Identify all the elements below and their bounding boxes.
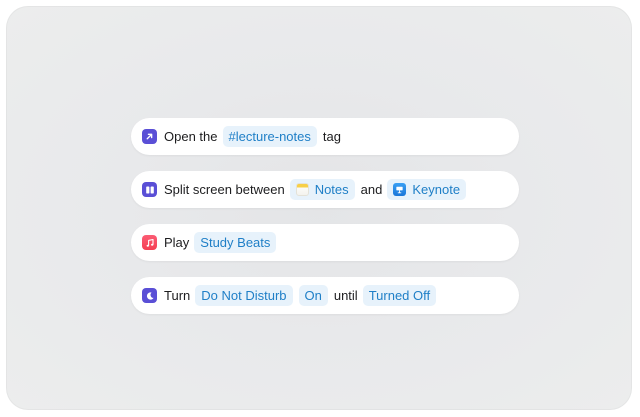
app-token-notes[interactable]: Notes bbox=[289, 179, 355, 200]
notes-app-icon bbox=[295, 183, 309, 196]
background-canvas: Open the #lecture-notes tag Split screen… bbox=[6, 6, 632, 410]
split-screen-icon bbox=[142, 182, 157, 197]
moon-icon bbox=[142, 288, 157, 303]
action-text: Play bbox=[164, 235, 190, 250]
action-text: Split screen between bbox=[164, 182, 285, 197]
playlist-token-label: Study Beats bbox=[200, 235, 271, 250]
until-token-label: Turned Off bbox=[368, 288, 431, 303]
action-text: tag bbox=[322, 129, 341, 144]
action-row-open-tag[interactable]: Open the #lecture-notes tag bbox=[131, 118, 519, 155]
focus-mode-token-label: Do Not Disturb bbox=[201, 288, 287, 303]
state-token-label: On bbox=[304, 288, 322, 303]
music-icon bbox=[142, 235, 157, 250]
action-text: and bbox=[360, 182, 383, 197]
action-text: Turn bbox=[164, 288, 191, 303]
action-row-focus-mode[interactable]: Turn Do Not Disturb On until Turned Off bbox=[131, 277, 519, 314]
tag-token-label: #lecture-notes bbox=[228, 129, 311, 144]
action-text: Open the bbox=[164, 129, 218, 144]
playlist-token[interactable]: Study Beats bbox=[194, 232, 277, 253]
shortcut-actions-list: Open the #lecture-notes tag Split screen… bbox=[131, 118, 519, 314]
action-row-split-screen[interactable]: Split screen between Notes and Keynote bbox=[131, 171, 519, 208]
tag-token[interactable]: #lecture-notes bbox=[222, 126, 317, 147]
focus-mode-token[interactable]: Do Not Disturb bbox=[195, 285, 293, 306]
open-arrow-icon bbox=[142, 129, 157, 144]
action-row-play-music[interactable]: Play Study Beats bbox=[131, 224, 519, 261]
app-token-label: Keynote bbox=[412, 182, 461, 197]
until-token[interactable]: Turned Off bbox=[362, 285, 437, 306]
app-token-label: Notes bbox=[314, 182, 349, 197]
state-token[interactable]: On bbox=[298, 285, 328, 306]
app-token-keynote[interactable]: Keynote bbox=[387, 179, 467, 200]
keynote-app-icon bbox=[393, 183, 407, 196]
action-text: until bbox=[333, 288, 358, 303]
